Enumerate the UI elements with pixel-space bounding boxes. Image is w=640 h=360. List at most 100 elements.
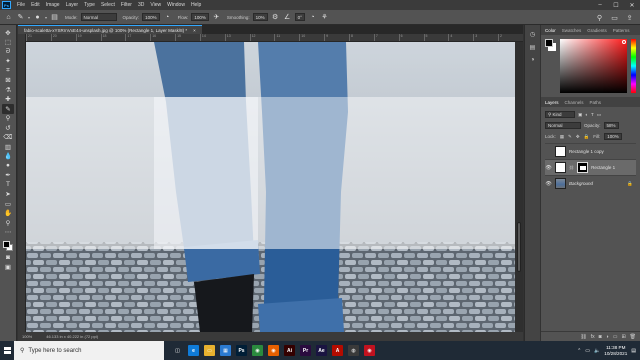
layer-name[interactable]: Rectangle 1 [591, 165, 615, 170]
link-icon[interactable]: ⛓ [569, 165, 574, 170]
volume-icon[interactable]: 🔈 [594, 348, 600, 354]
menu-file[interactable]: File [14, 2, 28, 8]
chevron-down-icon[interactable]: ▾ [28, 15, 30, 20]
filter-type-icon[interactable]: T [591, 112, 594, 117]
airbrush-icon[interactable]: ✈ [212, 13, 221, 22]
acrobat-icon[interactable]: A [332, 345, 343, 356]
taskbar-search[interactable]: ⚲ Type here to search [14, 341, 164, 360]
pressure-opacity-icon[interactable]: ◔ [163, 13, 172, 22]
more-tools-icon[interactable]: ⋯ [2, 228, 14, 238]
foreground-swatch[interactable] [545, 39, 553, 47]
quick-mask-icon[interactable]: ◙ [2, 253, 14, 263]
store-icon[interactable]: ▦ [220, 345, 231, 356]
menu-select[interactable]: Select [98, 2, 118, 8]
lock-paint-icon[interactable]: ✎ [568, 134, 572, 140]
chevron-up-icon[interactable]: ⌃ [577, 348, 581, 354]
screen-mode-icon[interactable]: ▣ [2, 263, 14, 273]
menu-layer[interactable]: Layer [63, 2, 82, 8]
chevron-down-icon[interactable]: ▾ [45, 15, 47, 20]
zoom-tool-icon[interactable]: ⚲ [2, 218, 14, 228]
vertical-ruler[interactable] [18, 34, 26, 332]
tab-patterns[interactable]: Patterns [613, 28, 630, 33]
layer-opacity-field[interactable]: 58% [603, 122, 619, 129]
menu-3d[interactable]: 3D [135, 2, 147, 8]
stamp-tool-icon[interactable]: ⚲ [2, 114, 14, 124]
layer-name[interactable]: Rectangle 1 copy [569, 149, 604, 154]
brush-tool-icon[interactable]: ✎ [2, 104, 14, 114]
dodge-tool-icon[interactable]: ● [2, 161, 14, 171]
canvas[interactable] [26, 42, 515, 332]
flow-field[interactable]: 100% [191, 13, 209, 21]
lock-all-icon[interactable]: 🔒 [584, 134, 590, 140]
lock-transparency-icon[interactable]: ▦ [560, 134, 564, 140]
layer-row-background[interactable]: 👁 Background 🔒 [545, 175, 636, 191]
eye-icon[interactable]: 👁 [545, 181, 552, 187]
eraser-tool-icon[interactable]: ⌫ [2, 133, 14, 143]
lock-icon[interactable]: 🔒 [627, 181, 633, 187]
brush-preset-picker[interactable]: ● [33, 13, 42, 22]
horizontal-ruler[interactable]: 21 20 19 18 17 16 15 14 13 12 11 10 9 8 … [26, 34, 523, 42]
crop-tool-icon[interactable]: ⌗ [2, 66, 14, 76]
history-panel-icon[interactable]: ◷ [530, 31, 535, 38]
menu-window[interactable]: Window [164, 2, 188, 8]
tab-layers[interactable]: Layers [545, 100, 559, 105]
workspace-icon[interactable]: ▭ [610, 13, 619, 22]
firefox-icon[interactable]: ◉ [268, 345, 279, 356]
lock-move-icon[interactable]: ✥ [576, 134, 580, 140]
adjustments-panel-icon[interactable]: ◑ [531, 57, 535, 63]
foreground-color[interactable] [3, 241, 10, 248]
davinci-icon[interactable]: ◍ [348, 345, 359, 356]
link-layers-icon[interactable]: ⛓ [580, 334, 586, 340]
type-tool-icon[interactable]: T [2, 180, 14, 190]
new-layer-icon[interactable]: ⊞ [621, 334, 625, 340]
after-effects-icon[interactable]: Ae [316, 345, 327, 356]
obs-icon[interactable]: ◉ [364, 345, 375, 356]
start-button[interactable] [0, 341, 14, 360]
menu-filter[interactable]: Filter [118, 2, 135, 8]
menu-type[interactable]: Type [81, 2, 98, 8]
layer-style-icon[interactable]: fx [591, 334, 595, 340]
task-view-icon[interactable]: ◫ [172, 345, 183, 356]
layer-row-rectangle-1-copy[interactable]: Rectangle 1 copy [545, 143, 636, 159]
gradient-tool-icon[interactable]: ▥ [2, 142, 14, 152]
fill-field[interactable]: 100% [604, 133, 622, 140]
lasso-tool-icon[interactable]: ᘐ [2, 47, 14, 57]
blend-mode-select[interactable]: Normal [545, 122, 581, 129]
tab-swatches[interactable]: Swatches [562, 28, 582, 33]
tab-gradients[interactable]: Gradients [587, 28, 607, 33]
smoothing-settings-icon[interactable]: ⚙ [271, 13, 280, 22]
layer-name[interactable]: Background [569, 181, 593, 186]
layer-row-rectangle-1[interactable]: 👁 ⛓ Rectangle 1 [545, 159, 636, 175]
share-icon[interactable]: ⇪ [625, 13, 634, 22]
menu-edit[interactable]: Edit [28, 2, 43, 8]
menu-image[interactable]: Image [43, 2, 63, 8]
filter-adjust-icon[interactable]: ◐ [585, 112, 588, 117]
picker-cursor[interactable] [622, 40, 626, 44]
clock[interactable]: 11:38 PM 10/28/2021 [604, 345, 627, 357]
blur-tool-icon[interactable]: 💧 [2, 152, 14, 162]
trash-icon[interactable]: 🗑 [630, 334, 636, 340]
angle-field[interactable]: 0° [294, 13, 305, 21]
color-picker-field[interactable] [560, 39, 627, 93]
adjustment-layer-icon[interactable]: ◑ [606, 334, 609, 340]
hand-tool-icon[interactable]: ✋ [2, 209, 14, 219]
brush-tool-icon[interactable]: ✎ [16, 13, 25, 22]
home-icon[interactable]: ⌂ [4, 13, 13, 22]
color-swatches[interactable] [2, 240, 14, 253]
illustrator-icon[interactable]: Ai [284, 345, 295, 356]
tab-paths[interactable]: Paths [590, 100, 602, 105]
kind-filter-select[interactable]: ⚲ Kind [545, 111, 575, 118]
notifications-icon[interactable]: ▤ [631, 348, 636, 354]
filter-image-icon[interactable]: ▣ [578, 112, 582, 118]
network-icon[interactable]: ▭ [585, 348, 590, 354]
tab-channels[interactable]: Channels [565, 100, 584, 105]
pen-tool-icon[interactable]: ✒ [2, 171, 14, 181]
scroll-thumb[interactable] [517, 222, 521, 272]
filter-shape-icon[interactable]: ▭ [597, 112, 601, 118]
file-explorer-icon[interactable]: ▭ [204, 345, 215, 356]
search-icon[interactable]: ⚲ [595, 13, 604, 22]
menu-help[interactable]: Help [188, 2, 204, 8]
marquee-tool-icon[interactable]: ⬚ [2, 38, 14, 48]
close-tab-icon[interactable]: × [193, 28, 196, 33]
close-window-button[interactable]: ✕ [624, 0, 640, 10]
